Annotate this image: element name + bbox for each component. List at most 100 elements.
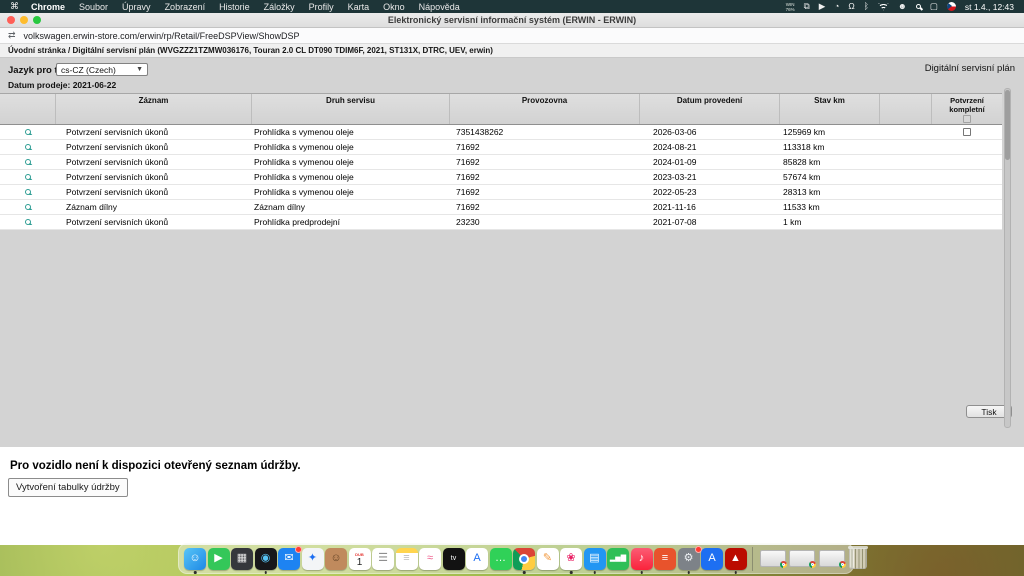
magnifier-icon[interactable] bbox=[25, 129, 31, 135]
bottom-tab-bar: Potvrzení servisních úkonů (tabulky údrž… bbox=[0, 433, 1024, 447]
service-kind-cell: Záznam dílny bbox=[254, 202, 306, 212]
trash-icon[interactable] bbox=[848, 546, 868, 569]
dock-divider bbox=[752, 546, 753, 571]
bluetooth-icon[interactable]: ᛒ bbox=[864, 0, 869, 13]
menu-záložky[interactable]: Záložky bbox=[264, 2, 295, 12]
keynote-icon[interactable]: ▤ bbox=[583, 547, 606, 574]
window-copy-icon[interactable]: ⧉ bbox=[804, 0, 810, 13]
menu-úpravy[interactable]: Úpravy bbox=[122, 2, 151, 12]
tab-switcher-icon[interactable]: ⇄ bbox=[8, 30, 16, 41]
spotlight-search-icon[interactable] bbox=[915, 4, 921, 9]
column-header-empty bbox=[0, 94, 56, 124]
keyboard-flag-icon[interactable] bbox=[946, 2, 956, 11]
stocks-icon[interactable]: ≈ bbox=[419, 547, 441, 570]
apple-logo-icon[interactable]: ⌘ bbox=[10, 1, 19, 12]
mileage-cell: 11533 km bbox=[783, 202, 820, 212]
app-store-icon[interactable]: A bbox=[701, 547, 723, 570]
sale-date: Datum prodeje: 2021-06-22 bbox=[8, 80, 117, 90]
workshop-cell: 71692 bbox=[456, 202, 480, 212]
launchpad-icon[interactable]: ▦ bbox=[231, 547, 253, 570]
safari-icon[interactable]: ✦ bbox=[301, 547, 324, 570]
minimized-window-2-thumbnail[interactable] bbox=[789, 550, 816, 568]
scrollbar-thumb[interactable] bbox=[1005, 90, 1010, 160]
battery-indicator[interactable]: WIN 76% bbox=[786, 2, 795, 12]
maintenance-panel: Pro vozidlo není k dispozici otevřený se… bbox=[0, 447, 1024, 545]
display-icon[interactable]: ▢ bbox=[930, 0, 938, 13]
menu-karta[interactable]: Karta bbox=[348, 2, 370, 12]
translate-icon[interactable]: A bbox=[466, 547, 488, 570]
magnifier-icon[interactable] bbox=[25, 144, 31, 150]
notes-icon[interactable]: ≡ bbox=[395, 547, 418, 570]
url-text[interactable]: volkswagen.erwin-store.com/erwin/rp/Reta… bbox=[24, 31, 300, 41]
facetime-icon[interactable]: ▶ bbox=[207, 547, 230, 570]
mileage-cell: 1 km bbox=[783, 217, 802, 227]
chrome-badge-icon bbox=[838, 561, 846, 568]
chrome-center bbox=[519, 553, 529, 564]
menu-chrome[interactable]: Chrome bbox=[31, 2, 65, 12]
menu-historie[interactable]: Historie bbox=[219, 2, 250, 12]
main-content: Jazyk pro tisk: cs-CZ (Czech) ▼ Digitáln… bbox=[0, 58, 1024, 433]
running-indicator-dot bbox=[593, 571, 596, 574]
minimized-window-3-thumbnail[interactable] bbox=[818, 550, 846, 568]
mileage-cell: 57674 km bbox=[783, 172, 821, 182]
user-circle-icon[interactable]: ☻ bbox=[898, 0, 907, 13]
window-title-bar: Elektronický servisní informační systém … bbox=[0, 13, 1024, 28]
wifi-icon[interactable] bbox=[877, 2, 889, 11]
date-cell: 2023-03-21 bbox=[653, 172, 697, 182]
table-header-row: Záznam Druh servisu Provozovna Datum proved… bbox=[0, 93, 1002, 125]
confirm-complete-cell bbox=[932, 128, 1002, 136]
contacts-icon[interactable]: ☺ bbox=[325, 547, 347, 570]
minimized-window-1-thumbnail[interactable] bbox=[759, 550, 787, 568]
system-settings-icon[interactable]: ⚙ bbox=[677, 545, 702, 574]
record-type-cell: Potvrzení servisních úkonů bbox=[66, 172, 169, 182]
menu-bar-clock[interactable]: st 1.4., 12:43 bbox=[965, 2, 1014, 12]
photos-icon[interactable]: ❀ bbox=[560, 547, 582, 574]
headphones-icon[interactable]: Ω bbox=[848, 0, 854, 13]
numbers-icon[interactable]: ▂▅▇ bbox=[607, 547, 629, 570]
row-detail-cell bbox=[0, 159, 56, 165]
calendar-day: 1 bbox=[356, 556, 363, 568]
language-select[interactable]: cs-CZ (Czech) ▼ bbox=[56, 63, 148, 76]
books-icon[interactable]: ≡ bbox=[654, 547, 676, 570]
row-detail-cell bbox=[0, 219, 56, 225]
app-menus: Chrome Soubor Úpravy Zobrazení Historie Zálož… bbox=[31, 2, 460, 12]
vertical-scrollbar[interactable] bbox=[1004, 88, 1011, 428]
date-cell: 2021-11-16 bbox=[653, 202, 696, 212]
clock-icon[interactable]: ◔ bbox=[834, 0, 839, 13]
select-all-checkbox[interactable] bbox=[963, 115, 971, 123]
siri-icon[interactable]: ◉ bbox=[254, 547, 277, 574]
pages-icon[interactable]: ✎ bbox=[536, 547, 559, 570]
reminders-icon[interactable]: ☰ bbox=[372, 547, 394, 570]
running-indicator-dot bbox=[569, 571, 573, 574]
menu-profily[interactable]: Profily bbox=[309, 2, 334, 12]
running-indicator-dot bbox=[193, 571, 197, 574]
column-header-datum-proveden-: Datum provedení bbox=[640, 94, 780, 124]
magnifier-icon[interactable] bbox=[25, 204, 31, 210]
messages-icon[interactable]: … bbox=[489, 547, 512, 570]
confirm-checkbox[interactable] bbox=[963, 128, 971, 136]
running-indicator-dot bbox=[522, 571, 526, 574]
create-maintenance-table-button[interactable]: Vytvoření tabulky údržby bbox=[8, 478, 128, 497]
running-indicator-dot bbox=[640, 571, 643, 574]
menu-zobrazení[interactable]: Zobrazení bbox=[165, 2, 206, 12]
acrobat-icon[interactable]: ▲ bbox=[724, 547, 747, 574]
menu-soubor[interactable]: Soubor bbox=[79, 2, 108, 12]
apple-tv-icon[interactable]: tv bbox=[442, 547, 465, 570]
service-kind-cell: Prohlídka s vymenou oleje bbox=[254, 127, 354, 137]
column-header-z-znam: Záznam bbox=[56, 94, 252, 124]
play-circle-icon[interactable]: ▶ bbox=[819, 0, 826, 13]
chrome-icon[interactable] bbox=[513, 547, 535, 574]
record-type-cell: Záznam dílny bbox=[66, 202, 118, 212]
finder-icon[interactable]: ☺ bbox=[184, 547, 206, 574]
menu-nápověda[interactable]: Nápověda bbox=[419, 2, 460, 12]
magnifier-icon[interactable] bbox=[25, 189, 31, 195]
calendar-icon[interactable]: DUB 1 bbox=[348, 547, 371, 570]
magnifier-icon[interactable] bbox=[25, 159, 31, 165]
magnifier-icon[interactable] bbox=[25, 219, 31, 225]
mail-icon[interactable]: ✉ bbox=[278, 545, 302, 570]
browser-address-bar[interactable]: ⇄ volkswagen.erwin-store.com/erwin/rp/Re… bbox=[0, 28, 1024, 44]
mileage-cell: 125969 km bbox=[783, 127, 826, 137]
magnifier-icon[interactable] bbox=[25, 174, 31, 180]
menu-okno[interactable]: Okno bbox=[383, 2, 405, 12]
music-icon[interactable]: ♪ bbox=[630, 547, 653, 574]
